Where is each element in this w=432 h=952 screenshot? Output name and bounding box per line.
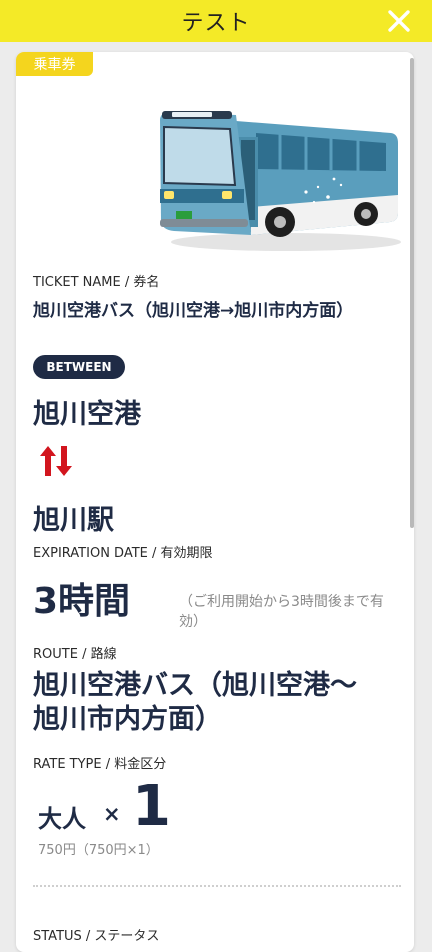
top-bar: テスト [0, 0, 432, 42]
ticket-name-label: TICKET NAME / 券名 [33, 275, 160, 290]
rate-category: 大人 [38, 805, 86, 833]
departure-station: 旭川空港 [33, 399, 141, 430]
up-down-arrows-icon [40, 446, 72, 476]
bus-illustration [160, 111, 401, 251]
rate-type-label: RATE TYPE / 料金区分 [33, 757, 167, 772]
close-icon[interactable] [386, 8, 412, 34]
rate-price: 750円（750円×1） [38, 843, 159, 858]
divider [33, 885, 401, 887]
multiply-sign: × [103, 802, 121, 826]
expiration-label: EXPIRATION DATE / 有効期限 [33, 546, 213, 561]
arrival-station: 旭川駅 [33, 505, 114, 536]
expiration-value: 3時間 [33, 581, 131, 622]
page-title: テスト [181, 11, 251, 36]
between-badge: BETWEEN [33, 355, 125, 379]
rate-count: 1 [132, 774, 171, 839]
scrollbar[interactable] [410, 58, 414, 528]
expiration-note: （ご利用開始から3時間後まで有効） [179, 594, 384, 630]
route-label: ROUTE / 路線 [33, 647, 117, 662]
route-value: 旭川空港バス（旭川空港～旭川市内方面） [33, 670, 357, 735]
ticket-name: 旭川空港バス（旭川空港→旭川市内方面） [33, 301, 354, 321]
ticket-type-badge: 乗車券 [16, 52, 93, 76]
ticket-card: 乗車券 TICKET NAME / 券名 旭川空港バス（旭川空港→旭川市内方面）… [16, 52, 414, 952]
